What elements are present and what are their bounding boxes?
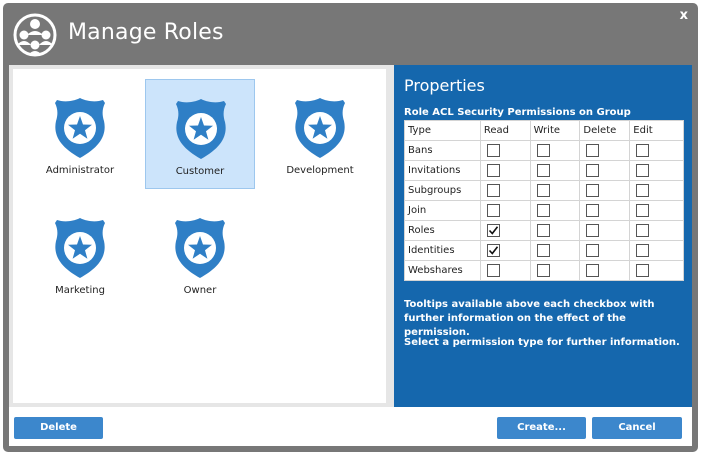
delete-checkbox[interactable] [586, 224, 600, 237]
properties-help-text: Tooltips available above each checkbox w… [404, 299, 655, 338]
permission-type: Bans [404, 140, 481, 161]
role-label: Owner [183, 285, 217, 296]
delete-checkbox[interactable] [586, 264, 600, 277]
role-label: Development [286, 165, 354, 176]
permissions-table-body: Bans Invitations Subgroups Join Roles Id… [404, 140, 684, 281]
dialog-content: Administrator Customer Development Marke… [9, 65, 692, 407]
users-group-icon [13, 13, 57, 57]
delete-checkbox[interactable] [586, 144, 600, 157]
role-tile-owner[interactable]: Owner [145, 199, 255, 309]
edit-checkbox[interactable] [636, 184, 650, 197]
read-checkbox[interactable] [486, 264, 500, 277]
close-button[interactable]: x [680, 8, 688, 23]
edit-checkbox[interactable] [636, 144, 650, 157]
properties-panel: Properties Role ACL Security Permissions… [394, 65, 692, 407]
role-label: Administrator [45, 165, 115, 176]
table-header-row: Type Read Write Delete Edit [404, 120, 684, 141]
write-checkbox[interactable] [536, 224, 550, 237]
role-tile-marketing[interactable]: Marketing [25, 199, 135, 309]
edit-checkbox[interactable] [636, 264, 650, 277]
read-checkbox[interactable] [486, 244, 500, 257]
delete-button[interactable]: Delete [14, 417, 103, 439]
column-header-type: Type [404, 120, 481, 141]
table-row[interactable]: Roles [404, 220, 684, 241]
read-checkbox[interactable] [486, 164, 500, 177]
role-tile-administrator[interactable]: Administrator [25, 79, 135, 189]
table-row[interactable]: Subgroups [404, 180, 684, 201]
shield-star-icon [176, 99, 226, 159]
permission-type: Roles [404, 220, 481, 241]
write-checkbox[interactable] [536, 144, 550, 157]
roles-list: Administrator Customer Development Marke… [13, 69, 386, 403]
read-checkbox[interactable] [486, 204, 500, 217]
shield-star-icon [55, 98, 105, 158]
read-checkbox[interactable] [486, 144, 500, 157]
permission-type: Identities [404, 240, 481, 261]
permission-type: Join [404, 200, 481, 221]
properties-subtitle: Role ACL Security Permissions on Group [404, 107, 631, 118]
table-row[interactable]: Identities [404, 240, 684, 261]
role-label: Marketing [55, 285, 105, 296]
table-row[interactable]: Webshares [404, 260, 684, 281]
read-checkbox[interactable] [486, 224, 500, 237]
column-header-write: Write [529, 120, 581, 141]
manage-roles-dialog: Manage Roles x Administrator Customer De… [3, 3, 698, 452]
delete-checkbox[interactable] [586, 164, 600, 177]
shield-star-icon [295, 98, 345, 158]
table-row[interactable]: Bans [404, 140, 684, 161]
role-tile-development[interactable]: Development [265, 79, 375, 189]
permission-type: Subgroups [404, 180, 481, 201]
column-header-delete: Delete [579, 120, 631, 141]
dialog-footer: Delete Create... Cancel [9, 407, 692, 446]
table-row[interactable]: Invitations [404, 160, 684, 181]
checkmark-icon [488, 246, 498, 255]
delete-checkbox[interactable] [586, 184, 600, 197]
role-label: Customer [175, 166, 225, 177]
write-checkbox[interactable] [536, 264, 550, 277]
shield-star-icon [175, 218, 225, 278]
edit-checkbox[interactable] [636, 204, 650, 217]
edit-checkbox[interactable] [636, 224, 650, 237]
role-tile-customer[interactable]: Customer [145, 79, 255, 189]
read-checkbox[interactable] [486, 184, 500, 197]
cancel-button[interactable]: Cancel [592, 417, 682, 439]
edit-checkbox[interactable] [636, 244, 650, 257]
permissions-table: Type Read Write Delete Edit Bans Invitat… [404, 120, 684, 281]
table-row[interactable]: Join [404, 200, 684, 221]
write-checkbox[interactable] [536, 204, 550, 217]
permission-type: Webshares [404, 260, 481, 281]
write-checkbox[interactable] [536, 184, 550, 197]
dialog-titlebar: Manage Roles x [3, 3, 698, 65]
delete-checkbox[interactable] [586, 204, 600, 217]
write-checkbox[interactable] [536, 244, 550, 257]
column-header-read: Read [479, 120, 531, 141]
create-button[interactable]: Create... [497, 417, 586, 439]
edit-checkbox[interactable] [636, 164, 650, 177]
write-checkbox[interactable] [536, 164, 550, 177]
properties-help-text-secondary: Select a permission type for further inf… [404, 337, 680, 348]
checkmark-icon [488, 226, 498, 235]
delete-checkbox[interactable] [586, 244, 600, 257]
column-header-edit: Edit [629, 120, 684, 141]
dialog-title: Manage Roles [68, 20, 224, 45]
properties-title: Properties [404, 76, 485, 95]
permission-type: Invitations [404, 160, 481, 181]
shield-star-icon [55, 218, 105, 278]
